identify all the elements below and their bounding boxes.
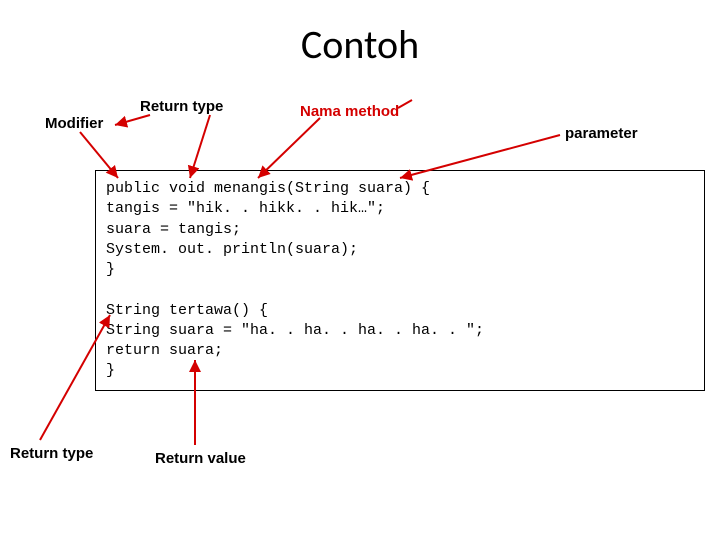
label-modifier: Modifier <box>45 115 103 132</box>
label-nama-method: Nama method <box>300 103 399 120</box>
page-title: Contoh <box>0 20 720 69</box>
label-return-value: Return value <box>155 450 246 467</box>
label-return-type-bottom: Return type <box>10 445 93 462</box>
label-return-type-top: Return type <box>140 98 223 115</box>
label-parameter: parameter <box>565 125 638 142</box>
code-block: public void menangis(String suara) { tan… <box>95 170 705 391</box>
